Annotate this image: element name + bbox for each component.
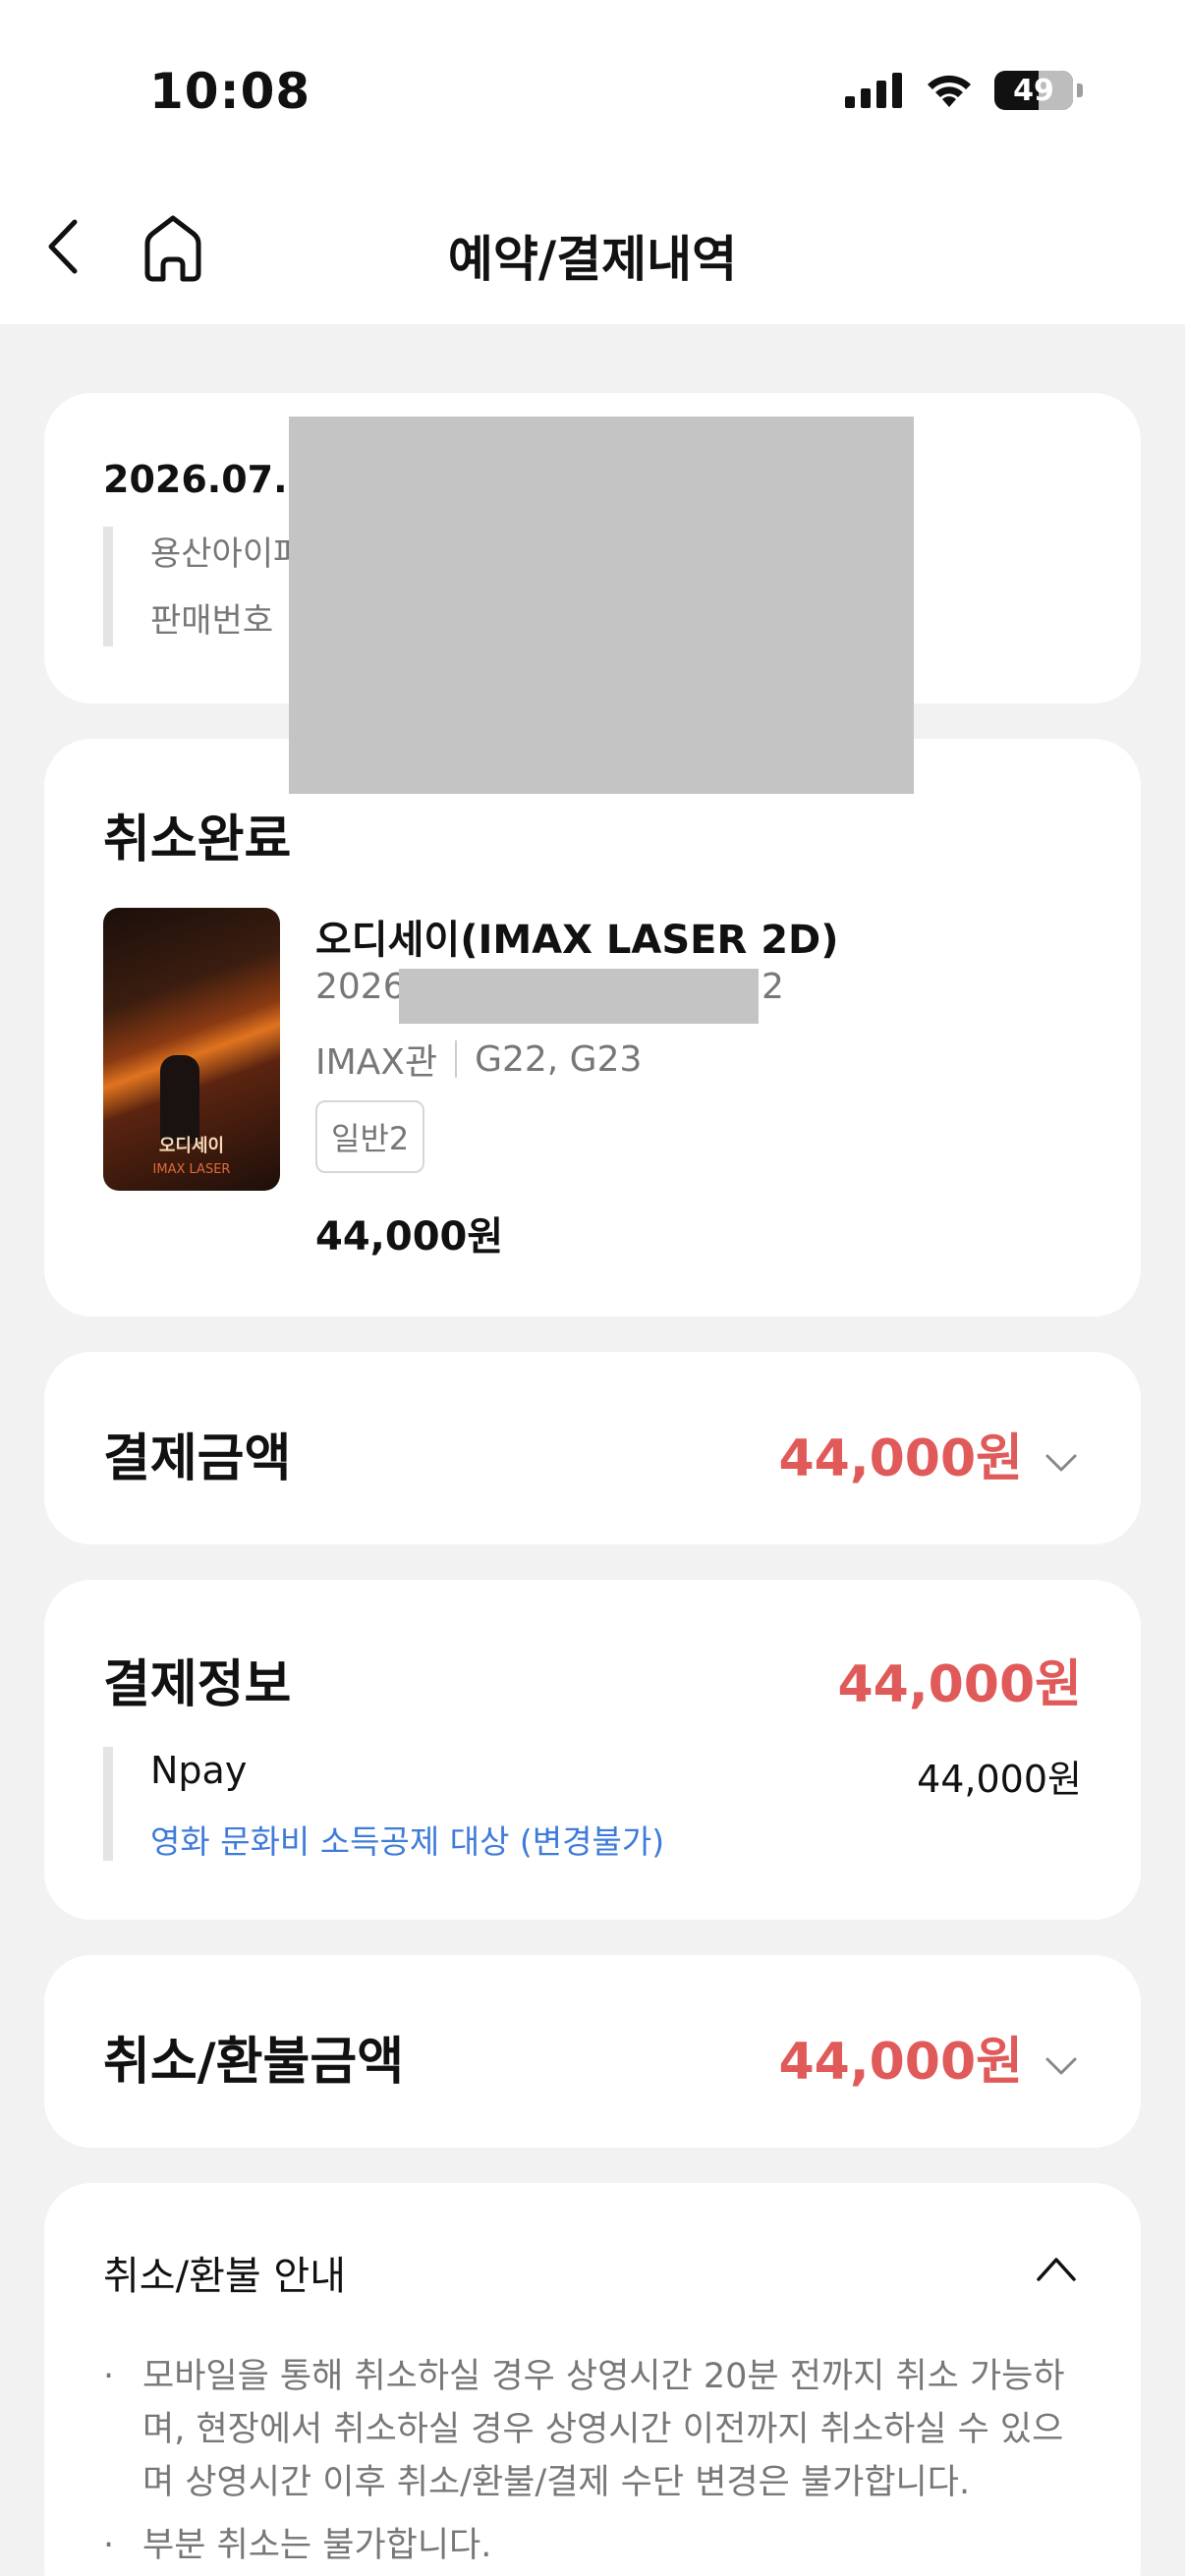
refund-guide-title: 취소/환불 안내 (103, 2254, 346, 2299)
sale-number-label: 판매번호 (150, 601, 274, 641)
battery-level: 49 (1013, 73, 1054, 108)
status-bar: 10:08 49 (0, 0, 1185, 157)
poster-subtitle: IMAX LASER (152, 1162, 231, 1177)
chevron-down-icon[interactable] (1044, 1446, 1078, 1480)
show-time-end: 2 (762, 967, 784, 1007)
wifi-icon (928, 75, 971, 107)
movie-poster: 오디세이 IMAX LASER (103, 908, 280, 1191)
separator (455, 1040, 458, 1078)
payment-method: Npay (150, 1749, 248, 1792)
show-date: 2026 (315, 967, 406, 1007)
status-time: 10:08 (149, 63, 311, 120)
movie-title: 오디세이(IMAX LASER 2D) (315, 918, 839, 963)
payment-amount-label: 결제금액 (103, 1429, 292, 1488)
list-item: 모바일을 통해 취소하실 경우 상영시간 20분 전까지 취소 가능하며, 현장… (103, 2350, 1086, 2509)
tax-deduction-note: 영화 문화비 소득공제 대상 (변경불가) (150, 1822, 665, 1861)
hall-seats: IMAX관 G22, G23 (315, 1034, 642, 1085)
divider-bar (103, 1747, 113, 1861)
theater-name: 용산아이파 (150, 534, 305, 574)
ticket-card: 취소완료 오디세이 IMAX LASER 오디세이(IMAX LASER 2D)… (44, 739, 1141, 1316)
redacted-area (399, 969, 759, 1024)
refund-guide-card: 취소/환불 안내 모바일을 통해 취소하실 경우 상영시간 20분 전까지 취소… (44, 2183, 1141, 2576)
refund-amount-value: 44,000원 (778, 2033, 1023, 2092)
payment-info-amount: 44,000원 (837, 1655, 1082, 1714)
payment-amount-row[interactable]: 결제금액 44,000원 (44, 1352, 1141, 1544)
divider-bar (103, 527, 113, 646)
payment-info-card: 결제정보 44,000원 Npay 44,000원 영화 문화비 소득공제 대상… (44, 1580, 1141, 1920)
refund-amount-label: 취소/환불금액 (103, 2033, 405, 2092)
battery-icon: 49 (994, 71, 1073, 110)
app-header: 예약/결제내역 (0, 157, 1185, 324)
signal-icon (845, 73, 902, 108)
ticket-type-badge: 일반2 (315, 1100, 425, 1173)
refund-guide-list: 모바일을 통해 취소하실 경우 상영시간 20분 전까지 취소 가능하며, 현장… (103, 2350, 1086, 2576)
page-title: 예약/결제내역 (447, 231, 738, 288)
chevron-up-icon[interactable] (1035, 2252, 1078, 2285)
status-icons: 49 (845, 71, 1083, 110)
ticket-price: 44,000원 (315, 1214, 504, 1260)
redacted-area (289, 417, 914, 794)
seat-numbers: G22, G23 (475, 1038, 643, 1080)
payment-amount-value: 44,000원 (778, 1429, 1023, 1488)
payment-method-amount: 44,000원 (917, 1758, 1082, 1801)
poster-figure (160, 1055, 199, 1144)
booking-date: 2026.07.2 (103, 458, 313, 501)
hall-name: IMAX관 (315, 1042, 438, 1083)
payment-info-label: 결제정보 (103, 1655, 292, 1714)
poster-title: 오디세이 (158, 1136, 225, 1156)
cancel-status: 취소완료 (103, 811, 292, 869)
list-item: 부분 취소는 불가합니다. (103, 2519, 1086, 2572)
refund-amount-row[interactable]: 취소/환불금액 44,000원 (44, 1955, 1141, 2148)
chevron-down-icon[interactable] (1044, 2049, 1078, 2083)
battery-cap (1077, 84, 1083, 97)
